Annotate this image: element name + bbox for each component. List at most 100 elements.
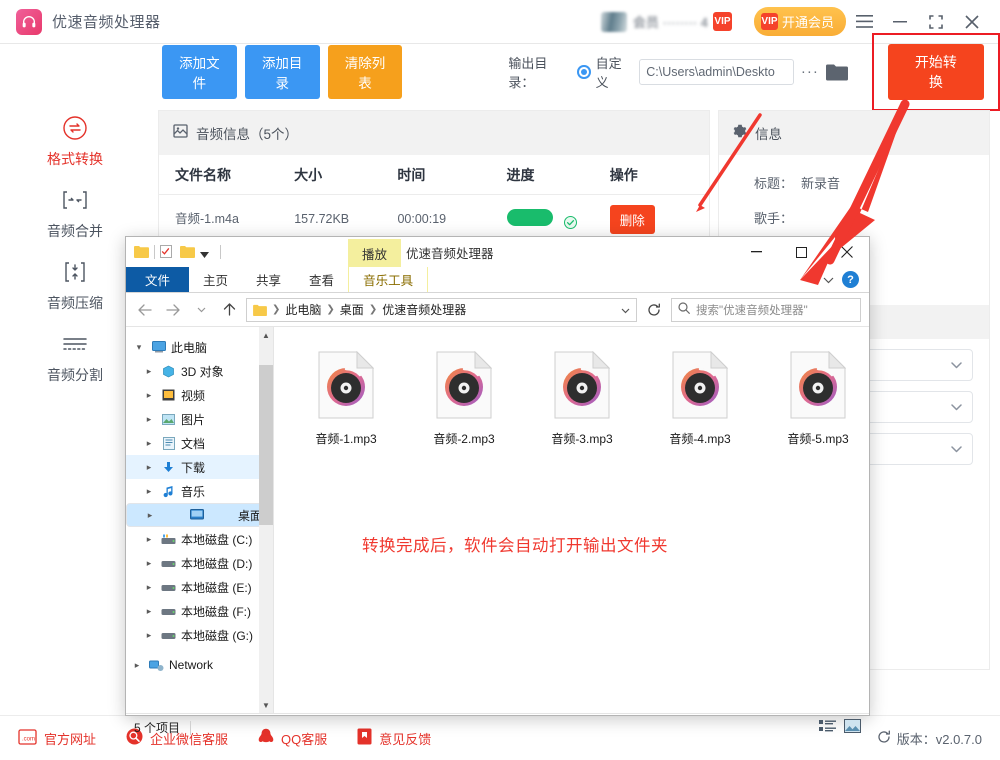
- version-info[interactable]: 版本：v2.0.7.0: [877, 729, 982, 748]
- minimize-icon[interactable]: [734, 237, 779, 267]
- sidebar-label: 音频合并: [47, 223, 103, 239]
- tree-label: 下载: [181, 460, 206, 475]
- chevron-right-icon[interactable]: ▸: [142, 414, 156, 425]
- ribbon-right-controls: ?: [823, 267, 869, 292]
- chevron-down-icon[interactable]: ▾: [132, 342, 146, 353]
- output-path-input[interactable]: C:\Users\admin\Deskto: [639, 58, 794, 85]
- tree-label: 音乐: [181, 484, 206, 499]
- network-icon: [148, 659, 165, 672]
- arrow-up-icon[interactable]: [218, 299, 240, 321]
- scroll-down-arrow[interactable]: ▼: [259, 697, 273, 713]
- more-options-icon[interactable]: ···: [801, 63, 819, 80]
- chevron-down-icon[interactable]: [823, 271, 834, 289]
- chevron-right-icon[interactable]: ▸: [142, 366, 156, 377]
- ribbon-tab-music-tools[interactable]: 音乐工具: [348, 267, 429, 292]
- ribbon-tab-share[interactable]: 共享: [242, 267, 295, 292]
- file-item[interactable]: 音频-3.mp3: [532, 350, 632, 447]
- help-icon[interactable]: ?: [842, 271, 859, 288]
- folder-icon[interactable]: [825, 63, 848, 81]
- computer-icon: [150, 341, 167, 353]
- version-label: 版本：v2.0.7.0: [896, 731, 982, 747]
- breadcrumb-item-desktop[interactable]: 桌面: [340, 301, 364, 318]
- file-item[interactable]: 音频-5.mp3: [768, 350, 868, 447]
- contextual-tab-play[interactable]: 播放: [348, 239, 402, 267]
- dropdown-icon[interactable]: [200, 245, 215, 259]
- ribbon-tab-view[interactable]: 查看: [295, 267, 348, 292]
- tree-item-network[interactable]: ▸ Network: [126, 653, 273, 677]
- tree-item-disk-c[interactable]: ▸ 本地磁盘 (C:): [126, 527, 273, 551]
- large-icons-view-icon[interactable]: [844, 719, 861, 736]
- column-header-action: 操作: [609, 166, 638, 183]
- breadcrumb-item-computer[interactable]: 此电脑: [285, 301, 321, 318]
- ribbon-tab-home[interactable]: 主页: [189, 267, 242, 292]
- ribbon-tab-file[interactable]: 文件: [126, 267, 190, 292]
- search-input[interactable]: 搜索"优速音频处理器": [671, 297, 861, 322]
- chevron-down-icon[interactable]: [621, 303, 630, 317]
- chevron-right-icon[interactable]: ▸: [142, 630, 156, 641]
- tree-item-disk-d[interactable]: ▸ 本地磁盘 (D:): [126, 551, 273, 575]
- user-account[interactable]: 会员 ········ 4 VIP: [600, 11, 732, 32]
- chevron-right-icon[interactable]: ▸: [142, 582, 156, 593]
- tree-item-downloads[interactable]: ▸ 下载: [126, 455, 273, 479]
- tree-label: Network: [169, 658, 214, 672]
- maximize-icon[interactable]: [779, 237, 824, 267]
- file-grid: 音频-1.mp3 音频-2.mp3 音频-3.mp3 音频-4.mp3 音频-5…: [274, 327, 869, 447]
- tree-item-music[interactable]: ▸ 音乐: [126, 479, 273, 503]
- radio-icon: [577, 64, 591, 79]
- explorer-body: ▾ 此电脑 ▸ 3D 对象 ▸ 视频 ▸ 图片 ▸ 文档 ▸ 下载 ▸ 音乐 ▸…: [126, 327, 869, 713]
- add-folder-button[interactable]: 添加目录: [244, 44, 320, 99]
- file-item[interactable]: 音频-2.mp3: [414, 350, 514, 447]
- explorer-status-bar: 5 个项目: [126, 713, 869, 741]
- tree-item-desktop[interactable]: ▸ 桌面: [126, 503, 273, 527]
- chevron-right-icon[interactable]: ▸: [143, 510, 157, 521]
- navigation-pane-scrollbar[interactable]: ▲ ▼: [259, 327, 273, 713]
- chevron-down-icon[interactable]: [190, 299, 212, 321]
- chevron-right-icon[interactable]: ▸: [142, 606, 156, 617]
- chevron-right-icon[interactable]: ▸: [142, 462, 156, 473]
- chevron-right-icon[interactable]: ▸: [142, 486, 156, 497]
- custom-output-label: 自定义: [595, 55, 622, 90]
- tree-item-3d-objects[interactable]: ▸ 3D 对象: [126, 359, 273, 383]
- new-folder-icon[interactable]: [180, 245, 195, 259]
- chevron-right-icon[interactable]: ▸: [130, 660, 144, 671]
- tree-item-pictures[interactable]: ▸ 图片: [126, 407, 273, 431]
- view-mode-buttons: [819, 719, 861, 736]
- app-window: 优速音频处理器 会员 ········ 4 VIP VIP 开通会员 添加文件 …: [0, 0, 1000, 760]
- tree-item-disk-g[interactable]: ▸ 本地磁盘 (G:): [126, 623, 273, 647]
- custom-output-radio[interactable]: 自定义: [577, 53, 632, 91]
- breadcrumb[interactable]: ❯ 此电脑 ❯ 桌面 ❯ 优速音频处理器: [246, 297, 637, 322]
- tree-item-documents[interactable]: ▸ 文档: [126, 431, 273, 455]
- info-value: 新录音: [801, 176, 841, 191]
- sidebar-item-format-convert[interactable]: 格式转换: [0, 113, 150, 169]
- close-icon[interactable]: [824, 237, 869, 267]
- sidebar-item-audio-merge[interactable]: 音频合并: [0, 185, 150, 241]
- official-website-link[interactable]: .com 官方网址: [18, 728, 96, 748]
- tree-item-videos[interactable]: ▸ 视频: [126, 383, 273, 407]
- arrow-left-icon[interactable]: [134, 299, 156, 321]
- open-vip-button[interactable]: VIP 开通会员: [753, 7, 846, 36]
- file-item[interactable]: 音频-4.mp3: [650, 350, 750, 447]
- file-item[interactable]: 音频-1.mp3: [296, 350, 396, 447]
- chevron-right-icon[interactable]: ▸: [142, 558, 156, 569]
- add-file-button[interactable]: 添加文件: [162, 44, 237, 99]
- folder-icon[interactable]: [134, 245, 149, 259]
- breadcrumb-item-folder[interactable]: 优速音频处理器: [382, 301, 466, 318]
- file-list-pane[interactable]: 音频-1.mp3 音频-2.mp3 音频-3.mp3 音频-4.mp3 音频-5…: [274, 327, 869, 713]
- scrollbar-thumb[interactable]: [259, 365, 273, 525]
- mp3-file-icon: [672, 350, 729, 424]
- compress-icon: [60, 257, 90, 287]
- properties-icon[interactable]: [160, 245, 175, 259]
- chevron-right-icon[interactable]: ▸: [142, 390, 156, 401]
- chevron-right-icon[interactable]: ▸: [142, 438, 156, 449]
- scroll-up-arrow[interactable]: ▲: [259, 327, 273, 343]
- arrow-right-icon[interactable]: [162, 299, 184, 321]
- start-convert-button[interactable]: 开始转换: [887, 43, 984, 100]
- details-view-icon[interactable]: [819, 719, 836, 736]
- delete-row-button[interactable]: 删除: [609, 204, 655, 234]
- refresh-icon[interactable]: [643, 303, 665, 317]
- clear-list-button[interactable]: 清除列表: [327, 44, 403, 99]
- chevron-right-icon[interactable]: ▸: [142, 534, 156, 545]
- tree-item-this-pc[interactable]: ▾ 此电脑: [126, 335, 273, 359]
- tree-item-disk-f[interactable]: ▸ 本地磁盘 (F:): [126, 599, 273, 623]
- tree-item-disk-e[interactable]: ▸ 本地磁盘 (E:): [126, 575, 273, 599]
